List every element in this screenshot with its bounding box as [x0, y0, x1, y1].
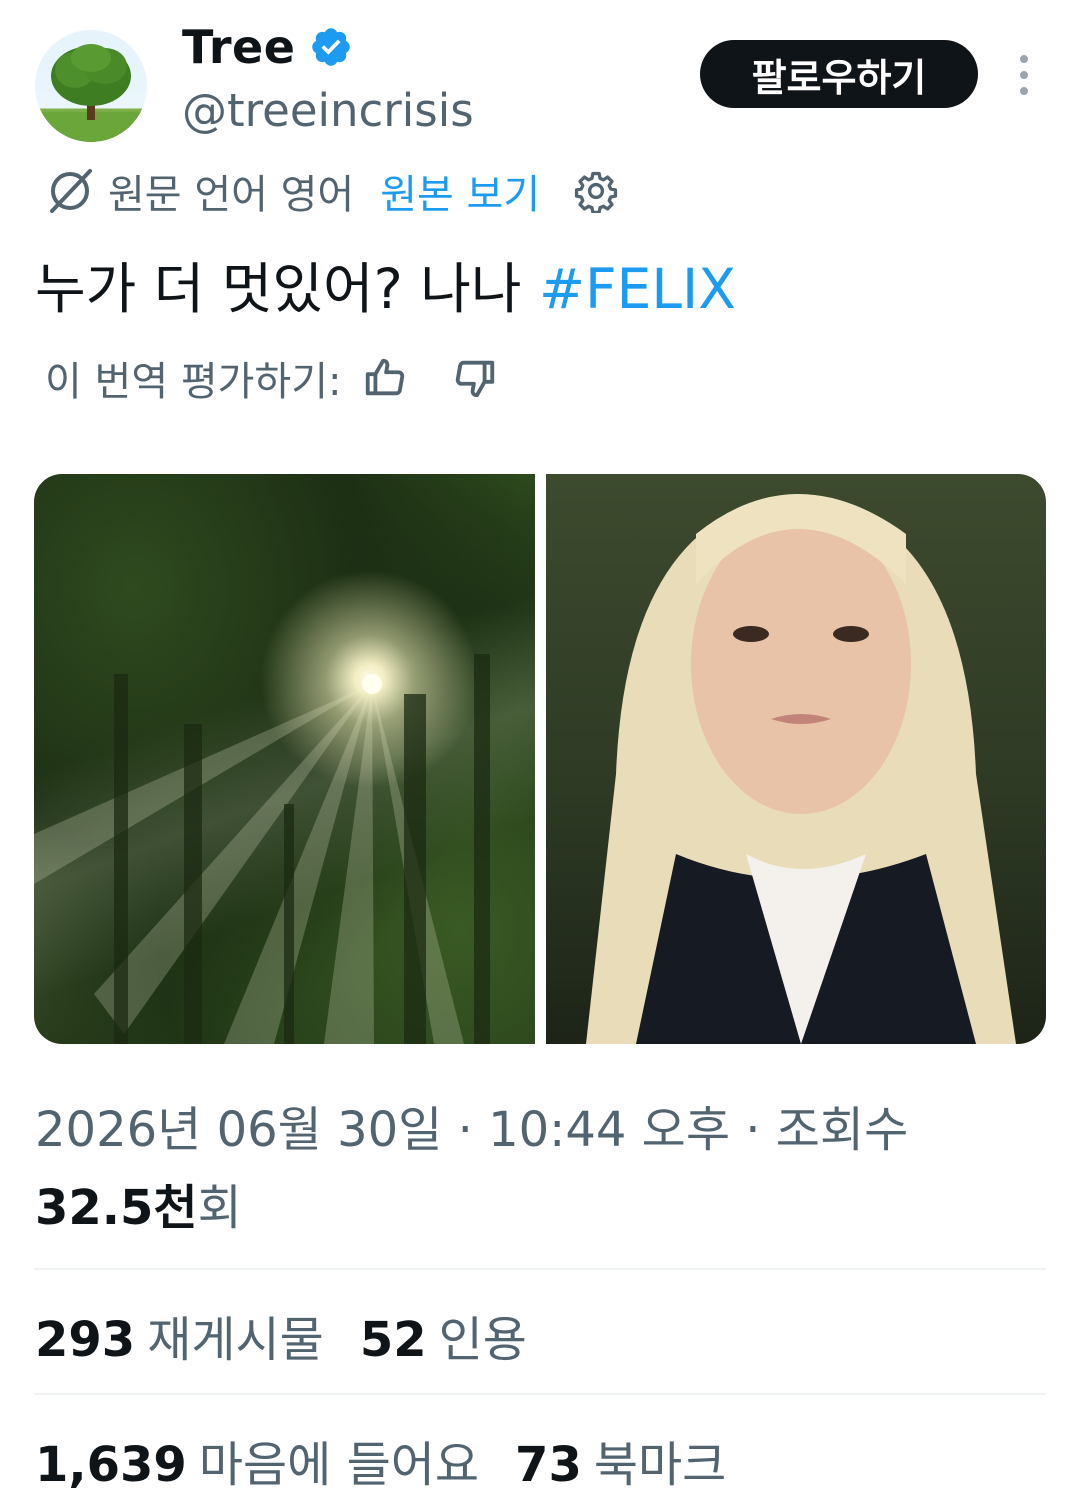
author-handle[interactable]: @treeincrisis: [182, 84, 474, 137]
forest-illustration: [34, 654, 490, 1044]
tree-avatar-image: [35, 44, 147, 142]
reposts-label[interactable]: 재게시물: [147, 1300, 324, 1370]
follow-button[interactable]: 팔로우하기: [700, 40, 978, 108]
reposts-count[interactable]: 293: [35, 1312, 135, 1368]
view-count: 32.5천회: [35, 1168, 242, 1238]
quotes-count[interactable]: 52: [360, 1312, 427, 1368]
portrait-illustration: [586, 494, 1016, 1044]
more-dot: [1020, 55, 1028, 63]
tweet-body: 누가 더 멋있어? 나나: [35, 257, 539, 321]
gear-icon[interactable]: [574, 169, 618, 213]
verified-badge-icon: [312, 28, 351, 66]
thumbs-down-icon[interactable]: [452, 355, 498, 401]
bookmarks-label[interactable]: 북마크: [594, 1425, 726, 1495]
bookmarks-count[interactable]: 73: [515, 1437, 582, 1493]
view-count-suffix: 회: [197, 1180, 242, 1236]
hashtag-link[interactable]: #FELIX: [539, 257, 736, 321]
view-original-link[interactable]: 원본 보기: [380, 162, 540, 220]
more-vertical-icon[interactable]: [1012, 55, 1036, 95]
repost-quote-stats: 293 재게시물 52 인용: [35, 1300, 563, 1370]
more-dot: [1020, 71, 1028, 79]
forest-sunlight-photo[interactable]: [34, 474, 535, 1044]
translate-icon: [50, 169, 92, 213]
author-name-row: Tree: [182, 20, 353, 74]
divider: [34, 1393, 1046, 1395]
likes-count[interactable]: 1,639: [35, 1437, 187, 1493]
quotes-label[interactable]: 인용: [439, 1300, 527, 1370]
likes-label[interactable]: 마음에 들어요: [199, 1425, 479, 1495]
tweet-text: 누가 더 멋있어? 나나 #FELIX: [35, 244, 736, 324]
author-name[interactable]: Tree: [182, 20, 295, 74]
rate-translation-row: 이 번역 평가하기:: [45, 350, 542, 406]
translation-row: 원문 언어 영어 원본 보기: [44, 163, 618, 219]
portrait-photo[interactable]: [546, 474, 1046, 1044]
tweet-datetime[interactable]: 2026년 06월 30일 · 10:44 오후 · 조회수: [35, 1090, 908, 1160]
view-count-number: 32.5천: [35, 1180, 198, 1236]
translation-label: 원문 언어 영어: [108, 172, 355, 218]
rate-translation-label: 이 번역 평가하기:: [45, 359, 342, 405]
divider: [34, 1268, 1046, 1270]
more-dot: [1020, 87, 1028, 95]
thumbs-up-icon[interactable]: [362, 355, 408, 401]
avatar[interactable]: [35, 30, 147, 142]
like-bookmark-stats: 1,639 마음에 들어요 73 북마크: [35, 1425, 762, 1495]
